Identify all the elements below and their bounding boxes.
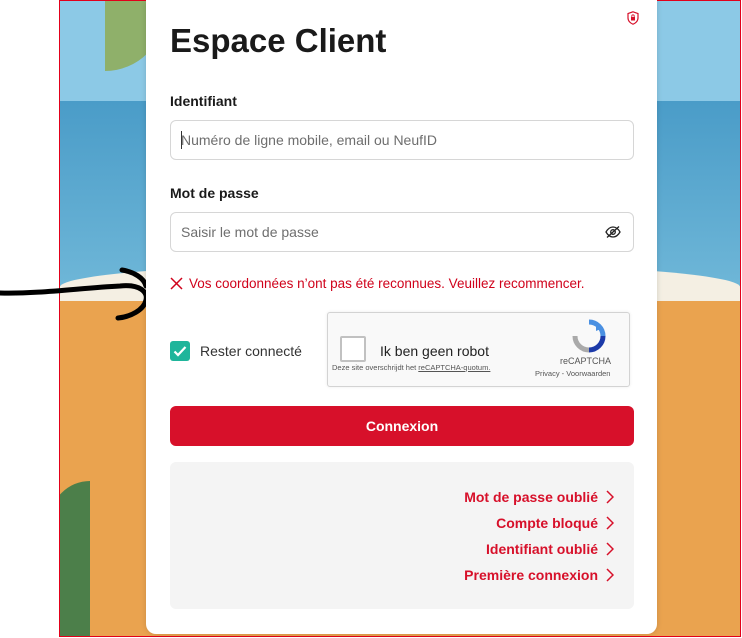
- password-input[interactable]: [171, 213, 581, 251]
- error-text: Vos coordonnées n’ont pas été reconnues.…: [189, 276, 585, 291]
- recaptcha-checkbox[interactable]: [340, 336, 366, 362]
- link-label: Identifiant oublié: [486, 541, 598, 557]
- chevron-right-icon: [606, 568, 614, 582]
- forgot-identifier-link[interactable]: Identifiant oublié: [486, 541, 614, 557]
- remember-me[interactable]: Rester connecté: [170, 341, 302, 361]
- recaptcha-logo-icon: [572, 319, 606, 353]
- recaptcha-links: Privacy - Voorwaarden: [535, 369, 611, 378]
- chevron-right-icon: [606, 490, 614, 504]
- recaptcha-widget: Ik ben geen robot reCAPTCHA Privacy - Vo…: [327, 312, 630, 387]
- x-icon: [170, 277, 183, 290]
- password-field-wrapper: [170, 212, 634, 252]
- password-label: Mot de passe: [170, 185, 259, 201]
- quota-link[interactable]: reCAPTCHA-quotum.: [418, 363, 490, 372]
- link-label: Première connexion: [464, 567, 598, 583]
- recaptcha-quota-notice: Deze site overschrijdt het reCAPTCHA-quo…: [332, 363, 502, 373]
- recaptcha-brand: reCAPTCHA: [560, 356, 612, 366]
- link-label: Compte bloqué: [496, 515, 598, 531]
- link-label: Mot de passe oublié: [464, 489, 598, 505]
- leaf-bottom: [60, 481, 90, 636]
- identifier-field-wrapper: [170, 120, 634, 160]
- identifier-input[interactable]: [171, 121, 581, 159]
- identifier-label: Identifiant: [170, 93, 237, 109]
- quota-text: Deze site overschrijdt het: [332, 363, 417, 372]
- connexion-button[interactable]: Connexion: [170, 406, 634, 446]
- chevron-right-icon: [606, 542, 614, 556]
- error-message: Vos coordonnées n’ont pas été reconnues.…: [170, 276, 585, 291]
- account-blocked-link[interactable]: Compte bloqué: [496, 515, 614, 531]
- eye-slash-icon[interactable]: [605, 225, 621, 239]
- hand-drawn-arrow: [0, 267, 149, 321]
- page-title: Espace Client: [170, 22, 387, 59]
- text-caret: [181, 131, 182, 149]
- first-login-link[interactable]: Première connexion: [464, 567, 614, 583]
- shield-lock-icon: [627, 11, 639, 25]
- recaptcha-label: Ik ben geen robot: [380, 343, 489, 359]
- chevron-right-icon: [606, 516, 614, 530]
- recaptcha-terms-link[interactable]: Voorwaarden: [566, 369, 610, 378]
- remember-label: Rester connecté: [200, 343, 302, 359]
- checkmark-icon: [173, 346, 187, 357]
- remember-checkbox[interactable]: [170, 341, 190, 361]
- forgot-password-link[interactable]: Mot de passe oublié: [464, 489, 614, 505]
- recaptcha-privacy-link[interactable]: Privacy: [535, 369, 560, 378]
- help-links-panel: Mot de passe oublié Compte bloqué Identi…: [170, 462, 634, 609]
